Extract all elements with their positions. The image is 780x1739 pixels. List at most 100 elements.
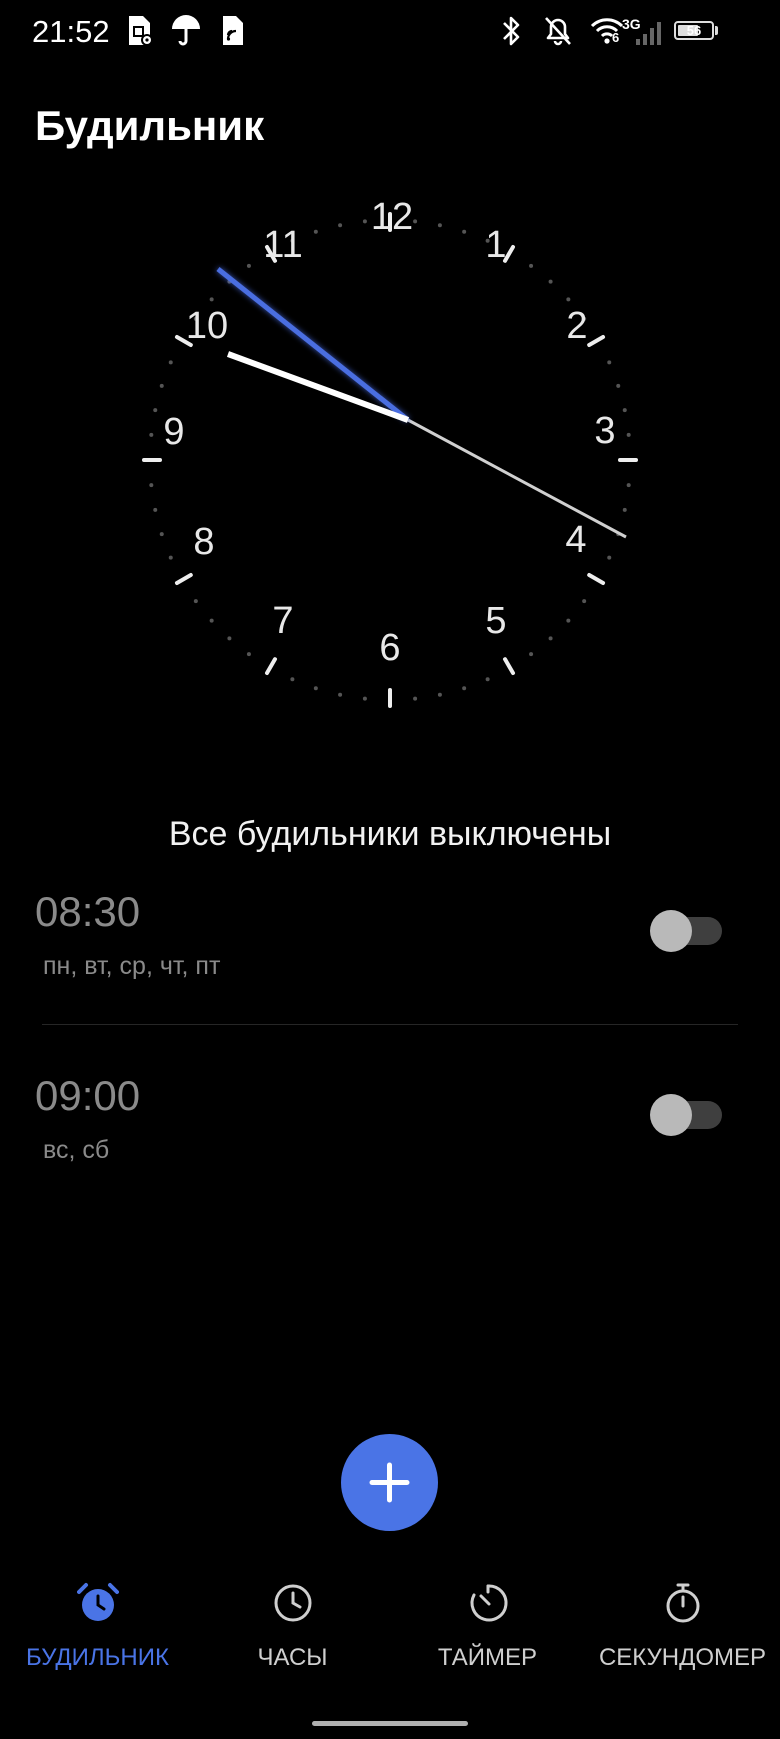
minute-tick <box>246 263 251 268</box>
minute-tick <box>246 652 251 657</box>
clock-number: 1 <box>485 224 506 266</box>
hour-tick <box>174 573 193 585</box>
sim-card-icon <box>223 16 243 45</box>
tab-label: СЕКУНДОМЕР <box>598 1644 767 1671</box>
minute-tick <box>209 618 214 623</box>
minute-tick <box>529 263 534 268</box>
status-bar: 21:52 6 3G 56 <box>0 0 780 64</box>
alarm-item[interactable]: 09:00 вс, сб <box>0 1072 780 1202</box>
minute-tick <box>168 555 173 560</box>
clock-number: 7 <box>272 600 293 642</box>
clock-icon <box>274 1584 312 1622</box>
minute-tick <box>153 408 158 413</box>
tab-alarm[interactable]: БУДИЛЬНИК <box>0 1582 195 1672</box>
minute-tick <box>168 360 173 365</box>
minute-tick <box>159 532 164 537</box>
clock-number: 9 <box>163 411 184 453</box>
bluetooth-icon <box>503 16 520 46</box>
minute-tick <box>338 223 343 228</box>
minute-tick <box>566 297 571 302</box>
umbrella-icon <box>172 15 200 46</box>
minute-tick <box>227 636 232 641</box>
alarm-days: вс, сб <box>43 1136 110 1164</box>
bell-off-icon <box>545 17 571 46</box>
alarm-time: 09:00 <box>35 1072 141 1119</box>
minute-tick <box>622 408 627 413</box>
clock-face: 12 1 2 3 4 5 6 7 8 9 10 11 <box>142 196 638 708</box>
minute-tick <box>149 483 154 488</box>
tab-label: ЧАСЫ <box>257 1644 328 1671</box>
hour-tick <box>587 573 606 585</box>
clock-number: 8 <box>193 521 214 563</box>
minute-tick <box>153 507 158 512</box>
alarm-clock-icon <box>77 1583 119 1621</box>
minute-tick <box>290 677 295 682</box>
tab-timer[interactable]: ТАЙМЕР <box>390 1582 585 1672</box>
timer-icon <box>470 1584 508 1622</box>
minute-tick <box>622 507 627 512</box>
clock-number: 5 <box>485 600 506 642</box>
analog-clock: 12 1 2 3 4 5 6 7 8 9 10 11 <box>100 170 680 750</box>
clock-number: 2 <box>566 305 587 347</box>
hour-tick <box>265 657 277 676</box>
second-hand <box>407 418 627 539</box>
minute-tick <box>462 686 467 691</box>
battery-level: 56 <box>686 23 702 38</box>
minute-tick <box>338 692 343 697</box>
clock-number: 10 <box>186 305 228 347</box>
minute-tick <box>626 483 631 488</box>
tab-clock[interactable]: ЧАСЫ <box>195 1582 390 1672</box>
tab-label: БУДИЛЬНИК <box>26 1644 169 1671</box>
minute-tick <box>413 219 418 224</box>
minute-tick <box>193 599 198 604</box>
clock-number: 6 <box>379 627 400 669</box>
minute-tick <box>582 599 587 604</box>
toggle-knob <box>650 1094 692 1136</box>
sim-settings-icon <box>129 16 153 46</box>
minute-tick <box>566 618 571 623</box>
minute-tick <box>149 432 154 437</box>
minute-tick <box>313 229 318 234</box>
divider <box>42 1024 738 1025</box>
minute-hand <box>216 267 410 422</box>
hour-tick <box>503 657 515 676</box>
minute-tick <box>616 383 621 388</box>
plus-icon <box>369 1462 410 1503</box>
stopwatch-icon <box>666 1583 700 1623</box>
toggle-knob <box>650 910 692 952</box>
minute-tick <box>437 692 442 697</box>
minute-tick <box>437 223 442 228</box>
minute-tick <box>548 279 553 284</box>
alarm-toggle[interactable] <box>650 1092 722 1138</box>
battery-tip <box>715 26 718 35</box>
minute-tick <box>485 677 490 682</box>
minute-tick <box>313 686 318 691</box>
alarm-time: 08:30 <box>35 888 141 935</box>
minute-tick <box>548 636 553 641</box>
alarm-days: пн, вт, ср, чт, пт <box>43 952 221 980</box>
clock-number: 11 <box>263 224 302 266</box>
clock-numbers: 12 1 2 3 4 5 6 7 8 9 10 11 <box>163 196 615 669</box>
status-time: 21:52 <box>32 14 110 49</box>
wifi-standard-label: 6 <box>612 30 620 45</box>
minute-tick <box>413 696 418 701</box>
minute-tick <box>626 432 631 437</box>
minute-tick <box>209 297 214 302</box>
minute-tick <box>607 360 612 365</box>
minute-tick <box>362 696 367 701</box>
minute-tick <box>462 229 467 234</box>
minute-tick <box>159 383 164 388</box>
tab-stopwatch[interactable]: СЕКУНДОМЕР <box>585 1582 780 1672</box>
clock-hands <box>216 267 627 539</box>
alarm-item[interactable]: 08:30 пн, вт, ср, чт, пт <box>0 888 780 1018</box>
clock-number: 12 <box>371 196 413 238</box>
hour-hand <box>226 351 410 423</box>
hour-tick <box>587 335 606 347</box>
home-indicator[interactable] <box>312 1721 468 1726</box>
page-title: Будильник <box>35 102 265 149</box>
tab-label: ТАЙМЕР <box>437 1644 538 1671</box>
minute-tick <box>362 219 367 224</box>
battery-icon: 56 <box>674 21 714 40</box>
add-alarm-button[interactable] <box>341 1434 438 1531</box>
alarm-toggle[interactable] <box>650 908 722 954</box>
